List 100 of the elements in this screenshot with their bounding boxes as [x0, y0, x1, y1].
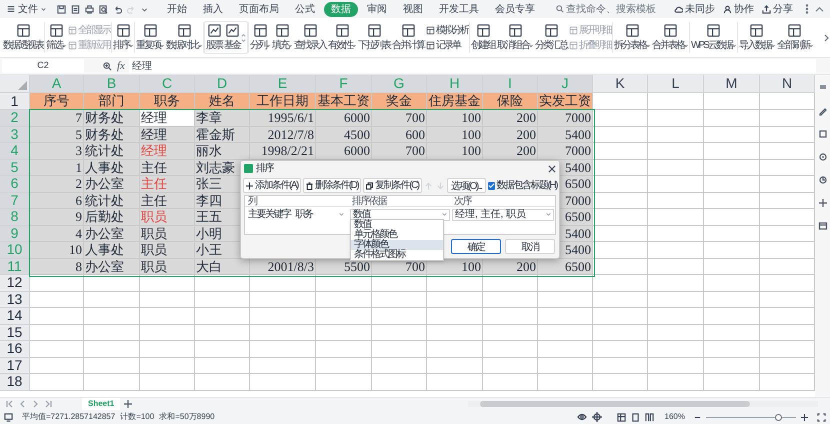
caret-icon[interactable] — [141, 6, 148, 12]
plus-icon[interactable] — [818, 198, 828, 208]
file-menu[interactable]: 文件 — [4, 2, 49, 16]
dropdown-option[interactable]: 单元格颜色 — [351, 230, 443, 240]
formula-input[interactable]: 经理 — [128, 59, 816, 73]
toolbar-link[interactable]: 分享 — [762, 2, 793, 16]
ribbon-button[interactable]: 创建组 — [470, 18, 496, 57]
row-header[interactable]: 17 — [0, 358, 30, 374]
column-header[interactable]: M — [704, 75, 760, 93]
collapse-icon[interactable] — [815, 6, 824, 12]
plus-icon[interactable] — [801, 414, 808, 420]
ribbon-button[interactable]: 全部刷新 — [776, 18, 814, 57]
ribbon-button[interactable]: 数据对比 — [165, 18, 203, 57]
document-icon[interactable] — [71, 4, 80, 14]
dropdown-option[interactable]: 字体颜色 — [351, 240, 443, 250]
window-icon[interactable] — [818, 221, 828, 231]
sort-on-select[interactable]: 数值 — [350, 208, 450, 220]
table-cell — [648, 324, 704, 341]
ribbon-button[interactable]: 记录单 — [425, 38, 469, 52]
ribbon-button[interactable]: 分类汇总 — [534, 18, 568, 57]
dialog-button[interactable]: 确定 — [451, 238, 501, 254]
toolbar-button[interactable]: 删除条件(D) — [302, 178, 362, 193]
ribbon-button[interactable]: 分列 — [249, 18, 271, 57]
ribbon-button[interactable]: 排序 — [112, 18, 134, 57]
clock-icon[interactable] — [818, 175, 828, 185]
ribbon-button[interactable]: 模拟分析 — [425, 22, 469, 38]
toolbar-button[interactable]: 复制条件(C) — [363, 178, 422, 193]
ribbon-button[interactable]: 导入数据 — [738, 18, 776, 57]
print-preview-icon[interactable] — [99, 4, 108, 14]
dropdown-option[interactable]: 数值 — [351, 220, 443, 230]
options-button[interactable]: 选项(O)... — [446, 178, 486, 193]
ribbon-button[interactable]: 筛选 — [45, 18, 67, 57]
menu-tab[interactable]: 公式 — [288, 2, 322, 16]
page-layout-icon[interactable] — [630, 412, 640, 422]
more-icon[interactable] — [805, 4, 809, 14]
normal-view-icon[interactable] — [616, 412, 626, 422]
zoom-icon[interactable] — [103, 62, 112, 70]
toolbar-button[interactable]: 添加条件(A) — [243, 178, 301, 193]
zoom-slider[interactable] — [706, 413, 796, 421]
ribbon-button[interactable]: 数据透视表 — [2, 18, 44, 57]
ribbon-button[interactable]: 取消组合 — [496, 18, 534, 57]
ribbon-button[interactable]: 查找录入 — [293, 18, 327, 57]
add-sheet-icon[interactable] — [124, 400, 132, 408]
ribbon-button[interactable]: 有效性 — [327, 18, 357, 57]
menu-tab[interactable]: 会员专享 — [488, 2, 542, 16]
horizontal-scrollbar[interactable] — [468, 401, 818, 407]
square-icon[interactable] — [818, 129, 828, 139]
table-cell: 办公室 — [84, 176, 140, 192]
search-field[interactable]: 查找命令、搜索模板 — [554, 2, 664, 16]
row-header[interactable]: 12 — [0, 275, 30, 292]
menu-tab[interactable]: 插入 — [196, 2, 230, 16]
fullscreen-icon[interactable] — [817, 412, 826, 422]
gallery-scroll-icon[interactable] — [241, 32, 246, 42]
column-header[interactable]: K — [593, 75, 648, 93]
column-select[interactable]: 职务 — [294, 209, 346, 220]
menu-tab[interactable]: 开始 — [160, 2, 194, 16]
toolbar-link[interactable]: 协作 — [723, 2, 754, 16]
menu-tab[interactable]: 视图 — [396, 2, 430, 16]
ribbon-button[interactable]: WPS云数据 — [690, 18, 737, 57]
row-header[interactable]: 16 — [0, 341, 30, 358]
column-heading: 列 — [247, 196, 258, 207]
info-icon[interactable] — [818, 152, 828, 162]
row-header[interactable]: 14 — [0, 308, 30, 324]
name-box[interactable]: C2 — [2, 59, 84, 73]
function-label[interactable]: fx — [117, 58, 125, 74]
table-cell: 100 — [427, 110, 483, 126]
ribbon-button[interactable]: 下拉列表 — [357, 18, 391, 57]
dialog-button[interactable]: 取消 — [505, 238, 555, 254]
ribbon-button[interactable]: 拆分表格 — [613, 18, 651, 57]
zoom-level[interactable]: 160% — [664, 411, 685, 423]
crosshair-icon[interactable] — [592, 412, 602, 422]
ribbon-button[interactable]: 合并表格 — [651, 18, 689, 57]
menu-tab[interactable]: 审阅 — [360, 2, 394, 16]
monitor-icon[interactable] — [4, 412, 13, 422]
save-icon[interactable] — [57, 4, 66, 14]
chevron-right-icon[interactable] — [824, 34, 829, 42]
undo-icon[interactable] — [113, 4, 122, 14]
toolbar-link[interactable]: 未同步 — [674, 2, 715, 16]
row-header[interactable]: 15 — [0, 324, 30, 341]
row-header[interactable]: 18 — [0, 374, 30, 390]
row-header[interactable]: 1 — [0, 93, 30, 110]
dropdown-option[interactable]: 条件格式图标 — [351, 250, 443, 260]
eye-icon[interactable] — [576, 412, 587, 422]
menu-tab[interactable]: 开发工具 — [432, 2, 486, 16]
column-header[interactable]: L — [648, 75, 704, 93]
close-icon[interactable] — [548, 164, 556, 172]
page-break-icon[interactable] — [644, 412, 654, 422]
ribbon-button[interactable]: 合并计算 — [391, 18, 425, 57]
printer-icon[interactable] — [85, 4, 94, 14]
checkbox[interactable] — [488, 182, 495, 190]
order-select[interactable]: 经理, 主任, 职员 — [452, 208, 554, 220]
menu-tab[interactable]: 页面布局 — [232, 2, 286, 16]
pencil-icon[interactable] — [818, 106, 828, 116]
column-heading: 次序 — [453, 196, 472, 207]
ribbon-button[interactable]: 重复项 — [135, 18, 165, 57]
row-header[interactable]: 13 — [0, 292, 30, 308]
ribbon-button[interactable]: 填充 — [271, 18, 293, 57]
ribbon-button[interactable]: 基金 — [223, 22, 241, 53]
table-cell — [84, 324, 140, 341]
ribbon-button[interactable]: 股票 — [205, 22, 223, 53]
